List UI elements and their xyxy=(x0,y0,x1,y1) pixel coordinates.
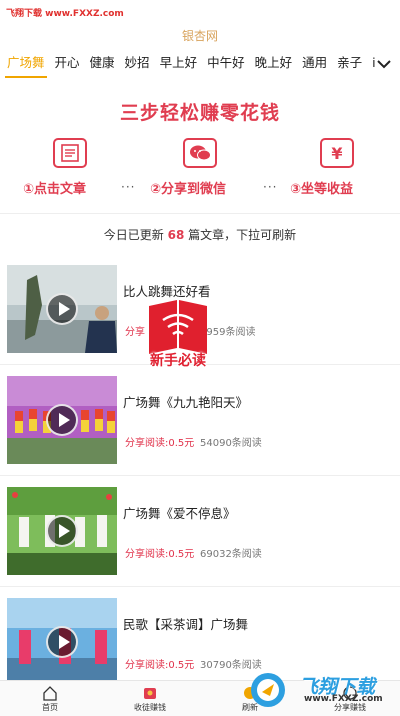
article-title[interactable]: 广场舞《九九艳阳天》 xyxy=(123,392,248,411)
tab-zaoshanghao[interactable]: 早上好 xyxy=(155,50,203,80)
wechat-icon xyxy=(183,138,217,168)
article-thumbnail[interactable] xyxy=(7,487,117,575)
step-2-label: ②分享到微信 xyxy=(150,182,227,197)
article-share: 分享阅读:0.5元 xyxy=(125,438,195,449)
play-icon[interactable] xyxy=(46,515,78,547)
article-share: 分享阅读:0.5元 xyxy=(125,660,195,671)
article-share: 分享 xyxy=(125,327,145,338)
chevron-down-icon[interactable] xyxy=(376,56,392,72)
nav-home-label: 首页 xyxy=(42,703,58,712)
step-dots-1: ··· xyxy=(121,180,136,194)
apprentice-icon xyxy=(144,688,156,699)
article-thumbnail[interactable] xyxy=(7,598,117,686)
article-title[interactable]: 广场舞《爱不停息》 xyxy=(123,503,236,522)
tab-jiankang[interactable]: 健康 xyxy=(85,50,120,80)
step-3-label: ③坐等收益 xyxy=(290,182,354,197)
banner-title: 三步轻松赚零花钱 xyxy=(119,102,280,124)
article-thumbnail[interactable] xyxy=(7,376,117,464)
yuan-icon: ¥ xyxy=(320,138,354,168)
update-suffix: 篇文章，下拉可刷新 xyxy=(188,228,297,242)
play-icon[interactable] xyxy=(46,293,78,325)
three-steps-banner: 三步轻松赚零花钱 ¥ ①点击文章 ··· ②分享到微信 ··· ③坐等收益 xyxy=(0,80,400,214)
fxxz-logo-icon xyxy=(251,673,285,707)
article-reads: 54090条阅读 xyxy=(200,438,262,449)
watermark-url: www.FXXZ.com xyxy=(304,694,383,704)
article-reads: 30790条阅读 xyxy=(200,660,262,671)
article-reads: 69032条阅读 xyxy=(200,549,262,560)
watermark-bottom: 飞翔下载 www.FXXZ.com xyxy=(244,670,394,710)
article-item[interactable]: 广场舞《爱不停息》 分享阅读:0.5元 69032条阅读 xyxy=(0,477,400,587)
tab-wanshanghao[interactable]: 晚上好 xyxy=(250,50,298,80)
play-icon[interactable] xyxy=(46,404,78,436)
step-dots-2: ··· xyxy=(263,180,278,194)
yuan-symbol: ¥ xyxy=(331,144,342,163)
tab-miaozhao[interactable]: 妙招 xyxy=(120,50,155,80)
beginner-guide-label[interactable]: 新手必读 xyxy=(143,350,213,370)
tab-zhongwuhao[interactable]: 中午好 xyxy=(202,50,250,80)
app-title: 银杏网 xyxy=(181,29,218,43)
tab-kaixin[interactable]: 开心 xyxy=(50,50,85,80)
app-header: 银杏网 xyxy=(0,0,400,50)
tab-guangchangwu[interactable]: 广场舞 xyxy=(2,50,50,80)
article-item[interactable]: 广场舞《九九艳阳天》 分享阅读:0.5元 54090条阅读 xyxy=(0,366,400,476)
nav-home[interactable]: 首页 xyxy=(0,681,100,716)
home-icon xyxy=(43,686,57,701)
tab-qinzi[interactable]: 亲子 xyxy=(332,50,367,80)
article-thumbnail[interactable] xyxy=(7,265,117,353)
category-tabs: 广场舞 开心 健康 妙招 早上好 中午好 晚上好 通用 亲子 i xyxy=(0,50,400,80)
update-count: 68 xyxy=(167,228,185,242)
update-notice: 今日已更新 68 篇文章，下拉可刷新 xyxy=(0,226,400,243)
article-share: 分享阅读:0.5元 xyxy=(125,549,195,560)
nav-apprentice-label: 收徒赚钱 xyxy=(134,703,166,712)
nav-apprentice[interactable]: 收徒赚钱 xyxy=(100,681,200,716)
update-prefix: 今日已更新 xyxy=(103,228,164,242)
play-icon[interactable] xyxy=(46,626,78,658)
article-icon xyxy=(53,138,87,168)
step-1-label: ①点击文章 xyxy=(23,182,87,197)
tab-tongyong[interactable]: 通用 xyxy=(297,50,332,80)
article-title[interactable]: 民歌【采茶调】广场舞 xyxy=(123,614,248,633)
